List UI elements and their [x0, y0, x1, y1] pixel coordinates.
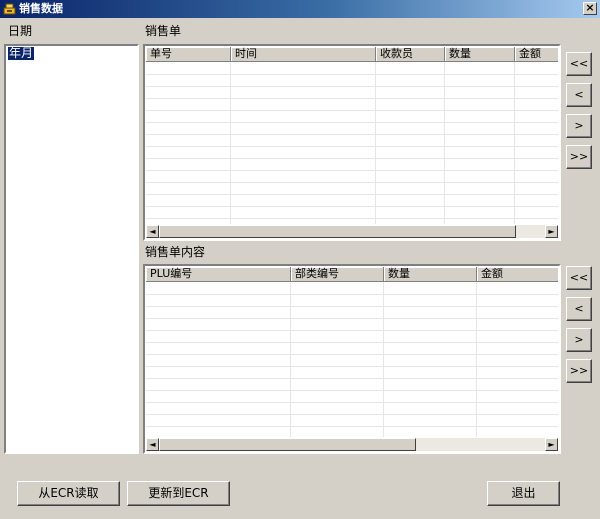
order-detail-label: 销售单内容: [145, 245, 206, 259]
column-header-cashier[interactable]: 收款员: [376, 47, 445, 62]
arrow-right-icon: ►: [548, 440, 555, 449]
update-to-ecr-button[interactable]: 更新到ECR: [127, 481, 230, 506]
scroll-right-button[interactable]: ►: [545, 438, 558, 451]
order-detail-header: PLU编号 部类编号 数量 金额: [146, 267, 558, 282]
sales-order-rows[interactable]: [146, 62, 558, 224]
read-from-ecr-button[interactable]: 从ECR读取: [17, 481, 120, 506]
column-header-order-no[interactable]: 单号: [146, 47, 231, 62]
column-header-plu-no[interactable]: PLU编号: [146, 267, 291, 282]
sales-order-grid[interactable]: 单号 时间 收款员 数量 金额 ◄ ►: [143, 44, 561, 241]
arrow-left-icon: ◄: [149, 227, 156, 236]
sales-order-first-button[interactable]: <<: [566, 52, 592, 76]
scrollbar-thumb[interactable]: [159, 225, 516, 238]
date-label: 日期: [8, 24, 33, 38]
column-header-quantity[interactable]: 数量: [445, 47, 515, 62]
scrollbar-thumb[interactable]: [159, 438, 416, 451]
arrow-right-icon: ►: [548, 227, 555, 236]
sales-order-prev-button[interactable]: <: [566, 83, 592, 107]
order-detail-prev-button[interactable]: <: [566, 297, 592, 321]
scroll-right-button[interactable]: ►: [545, 225, 558, 238]
window-title: 销售数据: [19, 2, 63, 15]
order-detail-last-button[interactable]: >>: [566, 359, 592, 383]
order-detail-next-button[interactable]: >: [566, 328, 592, 352]
arrow-left-icon: ◄: [149, 440, 156, 449]
order-detail-hscrollbar[interactable]: ◄ ►: [146, 438, 558, 451]
sales-order-next-button[interactable]: >: [566, 114, 592, 138]
order-detail-grid[interactable]: PLU编号 部类编号 数量 金额 ◄ ►: [143, 264, 561, 454]
date-list[interactable]: 年月: [4, 44, 139, 454]
exit-button[interactable]: 退出: [487, 481, 560, 506]
sales-order-last-button[interactable]: >>: [566, 145, 592, 169]
order-detail-rows[interactable]: [146, 282, 558, 437]
sales-order-header: 单号 时间 收款员 数量 金额: [146, 47, 558, 62]
date-list-item-selected[interactable]: 年月: [8, 47, 35, 60]
order-detail-first-button[interactable]: <<: [566, 266, 592, 290]
close-button[interactable]: ×: [583, 2, 597, 15]
column-header-amount[interactable]: 金额: [477, 267, 558, 282]
scroll-left-button[interactable]: ◄: [146, 438, 159, 451]
column-header-dept-no[interactable]: 部类编号: [291, 267, 384, 282]
column-header-quantity[interactable]: 数量: [384, 267, 477, 282]
column-header-time[interactable]: 时间: [231, 47, 376, 62]
sales-order-hscrollbar[interactable]: ◄ ►: [146, 225, 558, 238]
sales-order-label: 销售单: [145, 24, 182, 38]
scroll-left-button[interactable]: ◄: [146, 225, 159, 238]
close-icon: ×: [585, 1, 595, 14]
cash-register-icon: [3, 3, 16, 15]
column-header-amount[interactable]: 金额: [515, 47, 558, 62]
title-bar: 销售数据 ×: [0, 0, 600, 18]
